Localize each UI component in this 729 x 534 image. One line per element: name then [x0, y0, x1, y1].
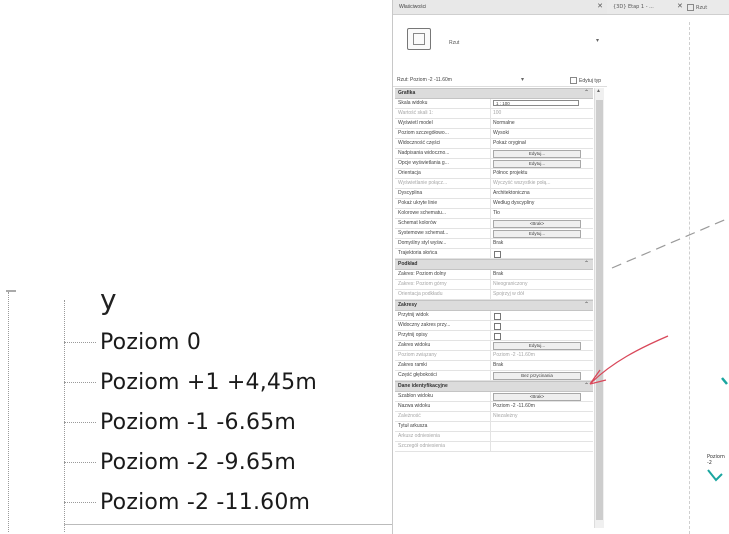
annotation-overlay [589, 217, 729, 482]
dashed-section-line [611, 217, 729, 269]
section-marker-icon [707, 469, 723, 482]
level-marker-icon [721, 377, 728, 385]
hand-drawn-arrow-icon [589, 335, 669, 385]
